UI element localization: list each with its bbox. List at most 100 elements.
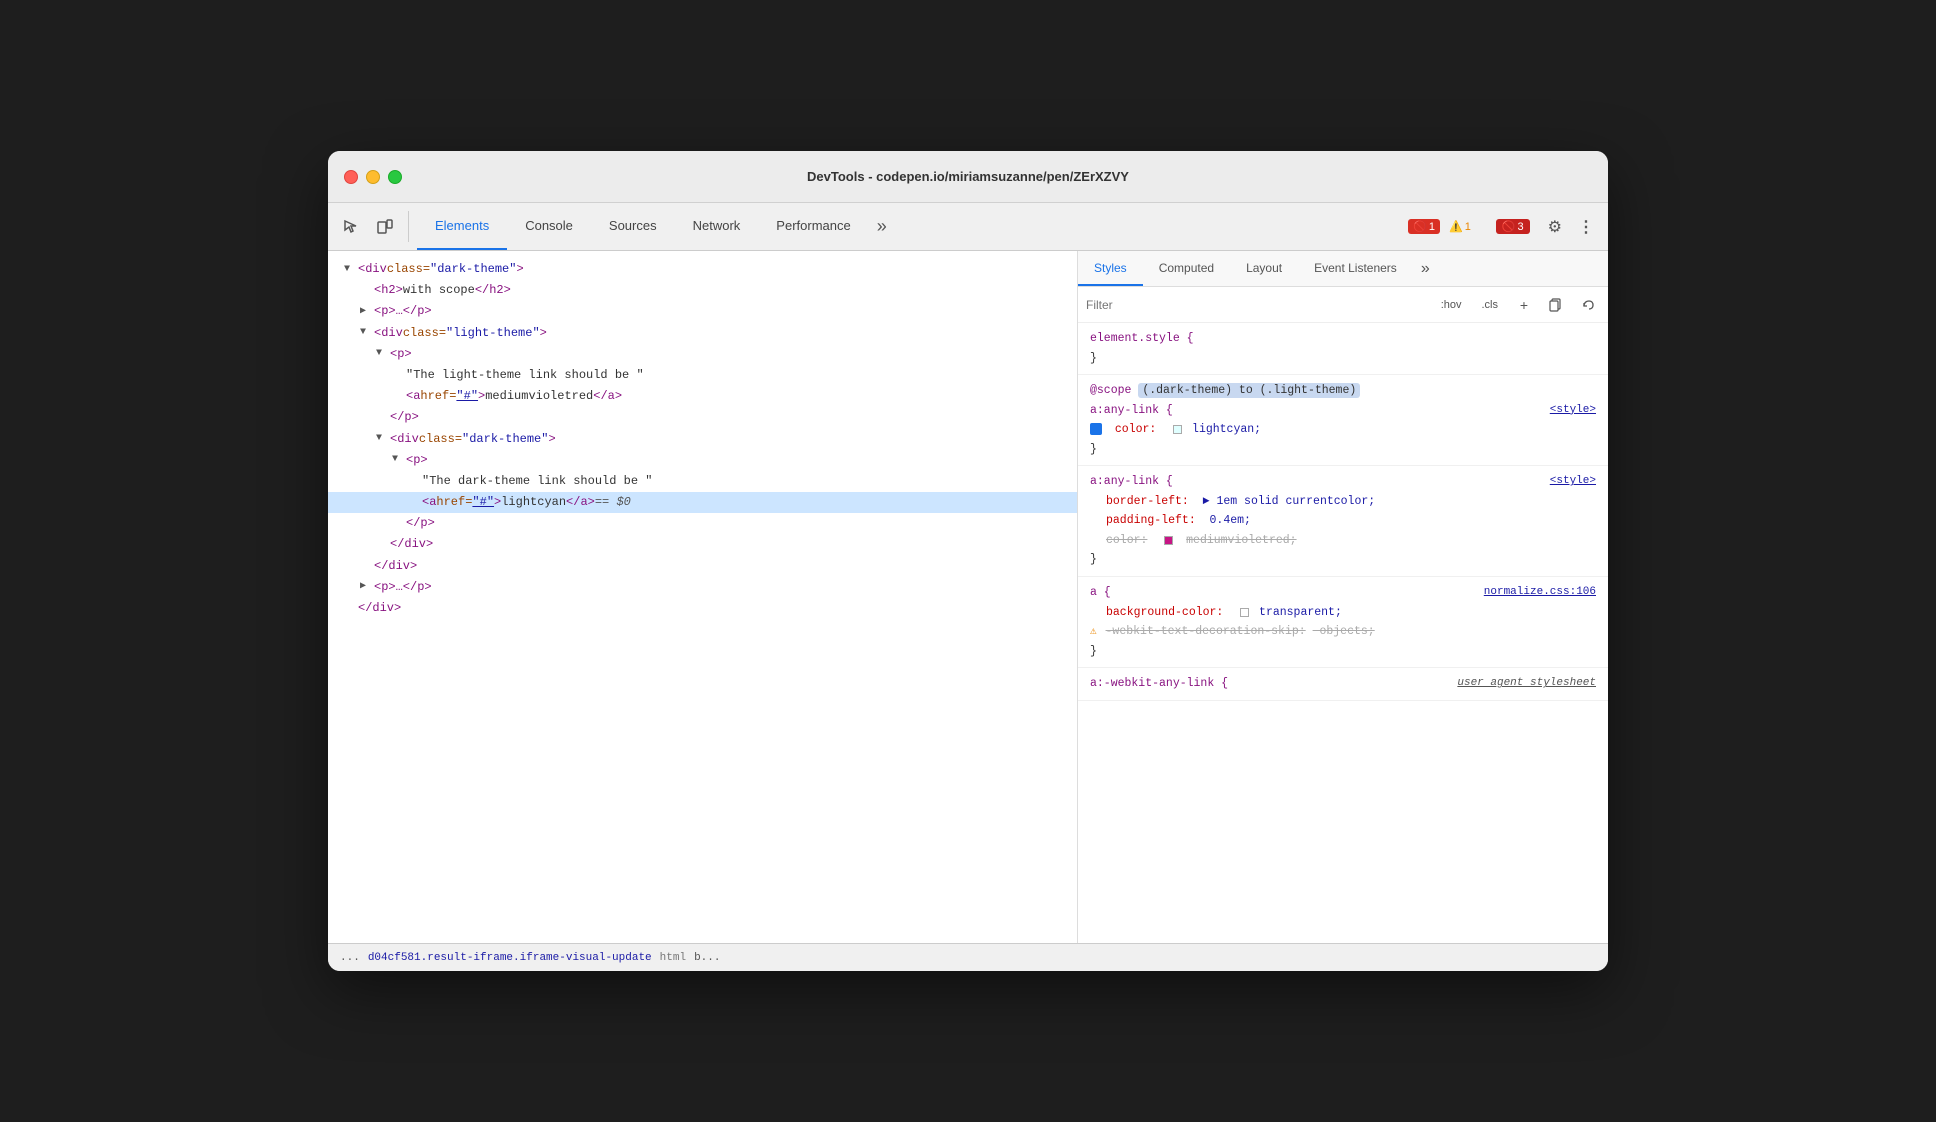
dom-line-7[interactable]: <a href="#">mediumvioletred</a> — [328, 386, 1077, 407]
dom-line-17[interactable]: </div> — [328, 598, 1077, 619]
rule-source-webkit: user agent stylesheet — [1457, 674, 1596, 693]
rule-selector-any-link-scope: a:any-link { — [1090, 404, 1173, 417]
bottom-path[interactable]: d04cf581.result-iframe.iframe-visual-upd… — [368, 952, 652, 964]
traffic-lights — [344, 170, 402, 184]
tab-network[interactable]: Network — [675, 203, 759, 250]
warning-icon: ⚠️ — [1449, 220, 1463, 233]
dom-line-9[interactable]: ▼ <div class="dark-theme"> — [328, 429, 1077, 450]
arrow-6 — [392, 368, 406, 384]
filter-input[interactable] — [1086, 298, 1427, 312]
dom-line-8[interactable]: </p> — [328, 407, 1077, 428]
more-styles-tabs[interactable]: » — [1413, 251, 1438, 286]
toolbar-right: 🚫 1 ⚠️ 1 🚫 3 ⚙ ⋮ — [1400, 203, 1600, 250]
copy-icon — [1549, 298, 1563, 312]
arrow-down-9: ▼ — [376, 431, 390, 447]
tab-sources[interactable]: Sources — [591, 203, 675, 250]
rule-selector-any-link: a:any-link { — [1090, 475, 1173, 488]
close-button[interactable] — [344, 170, 358, 184]
property-checkbox-color[interactable] — [1090, 423, 1102, 435]
bottom-extra: b... — [694, 952, 720, 964]
console-error-badge[interactable]: 🚫 3 — [1488, 215, 1538, 238]
arrow-2 — [360, 283, 374, 299]
bottom-filetype: html — [660, 952, 686, 964]
toolbar-separator — [408, 211, 409, 242]
dom-line-5[interactable]: ▼ <p> — [328, 344, 1077, 365]
prop-line-color-scope: color: lightcyan; — [1090, 423, 1261, 436]
tab-event-listeners[interactable]: Event Listeners — [1298, 251, 1413, 286]
css-rule-webkit-any-link: a:-webkit-any-link { user agent styleshe… — [1078, 668, 1608, 701]
bottom-ellipsis: ... — [340, 952, 360, 964]
settings-icon: ⚙ — [1548, 217, 1562, 237]
inspect-icon-button[interactable] — [336, 203, 366, 250]
minimize-button[interactable] — [366, 170, 380, 184]
arrow-15 — [360, 558, 374, 574]
tab-performance[interactable]: Performance — [758, 203, 868, 250]
toolbar: Elements Console Sources Network Perform… — [328, 203, 1608, 251]
rule-source-scope[interactable]: <style> — [1550, 401, 1596, 420]
arrow-13 — [392, 516, 406, 532]
device-icon — [376, 218, 394, 236]
window-title: DevTools - codepen.io/miriamsuzanne/pen/… — [807, 169, 1129, 184]
arrow-down-4: ▼ — [360, 325, 374, 341]
rule-source-a[interactable]: normalize.css:106 — [1484, 583, 1596, 602]
undo-style-button[interactable] — [1576, 293, 1600, 317]
arrow-right-3: ▶ — [360, 304, 374, 320]
prop-line-webkit-warning: ⚠ -webkit-text-decoration-skip: objects; — [1090, 625, 1375, 638]
arrow-down-10: ▼ — [392, 452, 406, 468]
tab-layout[interactable]: Layout — [1230, 251, 1298, 286]
more-vert-icon: ⋮ — [1578, 217, 1594, 237]
dom-line-1[interactable]: ▼ <div class="dark-theme"> — [328, 259, 1077, 280]
rule-selector-webkit-any-link: a:-webkit-any-link { — [1090, 677, 1228, 690]
dom-line-16[interactable]: ▶ <p>…</p> — [328, 577, 1077, 598]
dom-line-13[interactable]: </p> — [328, 513, 1077, 534]
more-options-button[interactable]: ⋮ — [1572, 213, 1600, 241]
arrow-down-1: ▼ — [344, 262, 358, 278]
tab-styles[interactable]: Styles — [1078, 251, 1143, 286]
dom-line-2[interactable]: <h2>with scope</h2> — [328, 280, 1077, 301]
dom-panel[interactable]: ▼ <div class="dark-theme"> <h2>with scop… — [328, 251, 1078, 943]
add-style-button[interactable]: + — [1512, 293, 1536, 317]
color-swatch-mediumvioletred[interactable] — [1164, 536, 1173, 545]
scope-highlight: (.dark-theme) to (.light-theme) — [1138, 383, 1360, 398]
warning-count-badge: ⚠️ 1 — [1444, 219, 1476, 234]
inspect-icon — [342, 218, 360, 236]
tab-computed[interactable]: Computed — [1143, 251, 1230, 286]
copy-style-button[interactable] — [1544, 293, 1568, 317]
rule-selector-a: a { — [1090, 586, 1111, 599]
cls-button[interactable]: .cls — [1476, 297, 1505, 313]
dom-line-3[interactable]: ▶ <p>…</p> — [328, 301, 1077, 322]
tab-console[interactable]: Console — [507, 203, 591, 250]
dom-line-15[interactable]: </div> — [328, 556, 1077, 577]
device-toolbar-icon-button[interactable] — [370, 203, 400, 250]
dom-line-4[interactable]: ▼ <div class="light-theme"> — [328, 323, 1077, 344]
error-count-badge: 🚫 1 — [1408, 219, 1440, 234]
arrow-7 — [392, 389, 406, 405]
css-rule-element-style: element.style { } — [1078, 323, 1608, 375]
dom-line-12-selected[interactable]: <a href="#">lightcyan</a> == $0 — [328, 492, 1077, 513]
styles-tabs: Styles Computed Layout Event Listeners » — [1078, 251, 1608, 287]
more-tabs-button[interactable]: » — [869, 203, 895, 250]
dom-line-10[interactable]: ▼ <p> — [328, 450, 1077, 471]
maximize-button[interactable] — [388, 170, 402, 184]
color-swatch-lightcyan[interactable] — [1173, 425, 1182, 434]
dom-line-11[interactable]: "The dark-theme link should be " — [328, 471, 1077, 492]
titlebar: DevTools - codepen.io/miriamsuzanne/pen/… — [328, 151, 1608, 203]
tab-elements[interactable]: Elements — [417, 203, 507, 250]
css-rule-any-link: a:any-link { <style> border-left: ► 1em … — [1078, 466, 1608, 577]
dom-line-14[interactable]: </div> — [328, 534, 1077, 555]
undo-icon — [1581, 298, 1595, 312]
arrow-11 — [408, 473, 422, 489]
css-rule-a: a { normalize.css:106 background-color: … — [1078, 577, 1608, 668]
error-icon: 🚫 — [1413, 220, 1427, 233]
color-swatch-transparent[interactable] — [1240, 608, 1249, 617]
arrow-17 — [344, 601, 358, 617]
dom-line-6[interactable]: "The light-theme link should be " — [328, 365, 1077, 386]
arrow-8 — [376, 410, 390, 426]
settings-button[interactable]: ⚙ — [1542, 213, 1568, 241]
hov-button[interactable]: :hov — [1435, 297, 1468, 313]
rule-source-any-link[interactable]: <style> — [1550, 472, 1596, 491]
css-rule-scope: @scope (.dark-theme) to (.light-theme) a… — [1078, 375, 1608, 466]
filter-bar: :hov .cls + — [1078, 287, 1608, 323]
console-error-count-badge: 🚫 3 — [1496, 219, 1530, 234]
error-badge[interactable]: 🚫 1 ⚠️ 1 — [1400, 215, 1484, 238]
